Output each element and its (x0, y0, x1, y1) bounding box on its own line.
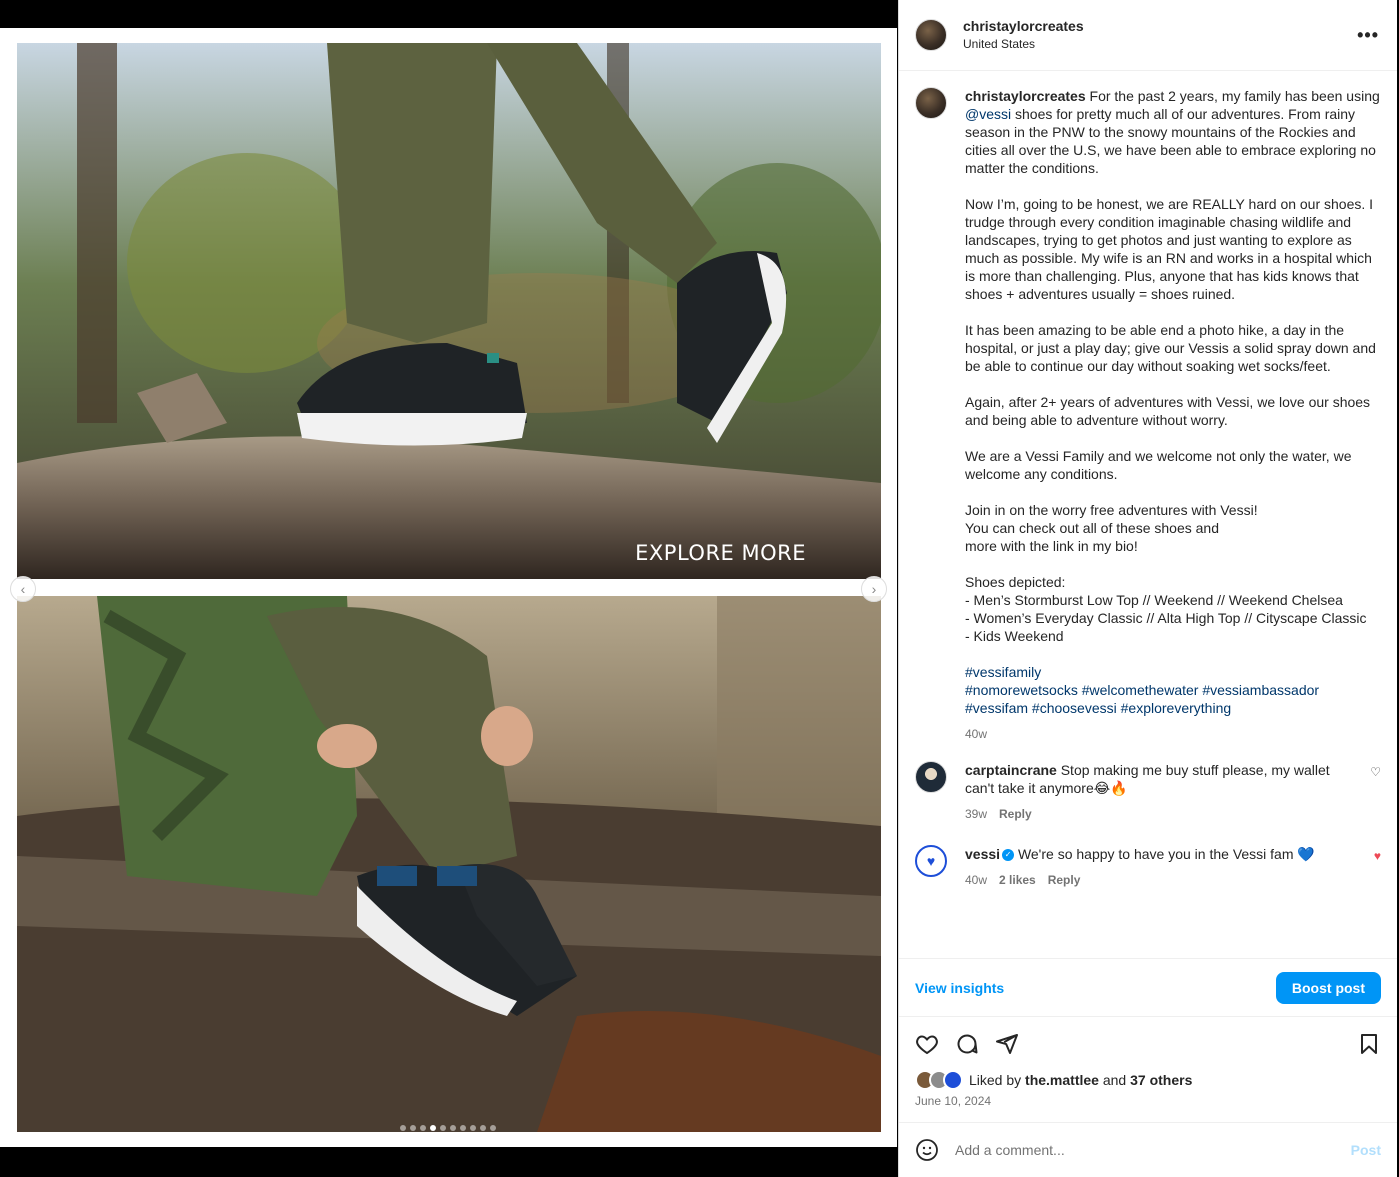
carousel-dot (410, 1125, 416, 1131)
insights-bar: View insights Boost post (899, 958, 1397, 1017)
carousel-dot (420, 1125, 426, 1131)
carousel-dot (460, 1125, 466, 1131)
photo-sitting-on-log (17, 596, 881, 1132)
reply-button[interactable]: Reply (1048, 871, 1081, 889)
carousel-dot (480, 1125, 486, 1131)
view-insights-link[interactable]: View insights (915, 980, 1004, 996)
liker-avatar (943, 1070, 963, 1090)
save-bookmark-icon[interactable] (1357, 1032, 1381, 1056)
reply-button[interactable]: Reply (999, 805, 1032, 823)
post-date: June 10, 2024 (915, 1094, 992, 1108)
carousel-dots (400, 1125, 496, 1131)
comment-likes[interactable]: 2 likes (999, 871, 1036, 889)
post-actions (915, 1028, 1381, 1060)
more-options-icon[interactable]: ••• (1357, 25, 1381, 46)
caption-text: christaylorcreates For the past 2 years,… (965, 87, 1381, 717)
post-location[interactable]: United States (963, 35, 1084, 53)
commenter-username[interactable]: vessi (965, 846, 1000, 862)
comments-section[interactable]: christaylorcreates For the past 2 years,… (899, 71, 1397, 958)
vessi-avatar[interactable]: ♥ (915, 845, 947, 877)
comment-item: ♥ vessi ✓ We're so happy to have you in t… (915, 845, 1381, 889)
carousel-dot (450, 1125, 456, 1131)
author-info: christaylorcreates United States (963, 17, 1084, 53)
liked-by-prefix: Liked by (969, 1072, 1022, 1088)
add-comment-input[interactable] (955, 1142, 1351, 1158)
emoji-icon[interactable] (915, 1138, 939, 1162)
likes-summary: Liked by the.mattlee and 37 others (915, 1070, 1381, 1090)
author-avatar[interactable] (915, 19, 947, 51)
kid-sitting-log-image (17, 596, 881, 1132)
post-header: christaylorcreates United States ••• (899, 0, 1397, 71)
verified-badge-icon: ✓ (1002, 849, 1015, 862)
commenter-username[interactable]: carptaincrane (965, 762, 1057, 778)
liker-avatars (915, 1070, 963, 1090)
carousel-dot (430, 1125, 436, 1131)
comment-text: We're so happy to have you in the Vessi … (1017, 846, 1315, 862)
caption-text-part: shoes for pretty much all of our adventu… (965, 106, 1376, 644)
like-heart-icon[interactable] (915, 1032, 939, 1056)
boost-post-button[interactable]: Boost post (1275, 971, 1381, 1004)
carousel-dot (440, 1125, 446, 1131)
add-comment-bar: Post (899, 1122, 1397, 1177)
share-paper-plane-icon[interactable] (995, 1032, 1019, 1056)
caption-username[interactable]: christaylorcreates (965, 88, 1086, 104)
like-comment-heart-icon[interactable]: ♡ (1370, 765, 1381, 823)
comment-item: carptaincrane Stop making me buy stuff p… (915, 761, 1381, 823)
post-media: EXPLORE MORE ‹ › (0, 28, 897, 1147)
previous-image-button[interactable]: ‹ (10, 576, 36, 602)
comment-time: 40w (965, 873, 988, 887)
forest-log-shoes-image (17, 43, 881, 579)
carousel-dot (470, 1125, 476, 1131)
hashtags[interactable]: #vessifamily #nomorewetsocks #welcomethe… (965, 664, 1319, 716)
comment-bubble-icon[interactable] (955, 1032, 979, 1056)
liked-comment-heart-icon[interactable]: ♥ (1374, 849, 1381, 889)
mention-link[interactable]: @vessi (965, 106, 1011, 122)
liked-by-others[interactable]: 37 others (1130, 1072, 1192, 1088)
liked-by-and: and (1102, 1072, 1127, 1088)
post-comment-button[interactable]: Post (1351, 1142, 1381, 1158)
author-username[interactable]: christaylorcreates (963, 17, 1084, 35)
caption-text-part: For the past 2 years, my family has been… (1089, 88, 1384, 104)
liked-by-user[interactable]: the.mattlee (1025, 1072, 1099, 1088)
carousel-dot (400, 1125, 406, 1131)
caption-time: 40w (965, 727, 988, 741)
photo-walking-on-log: EXPLORE MORE (17, 43, 881, 579)
next-image-button[interactable]: › (861, 576, 887, 602)
comment-time: 39w (965, 807, 988, 821)
carousel-dot (490, 1125, 496, 1131)
commenter-avatar[interactable] (915, 761, 947, 793)
caption: christaylorcreates For the past 2 years,… (915, 87, 1381, 743)
caption-avatar[interactable] (915, 87, 947, 119)
post-side-panel: christaylorcreates United States ••• chr… (898, 0, 1397, 1177)
explore-more-overlay: EXPLORE MORE (635, 541, 806, 565)
